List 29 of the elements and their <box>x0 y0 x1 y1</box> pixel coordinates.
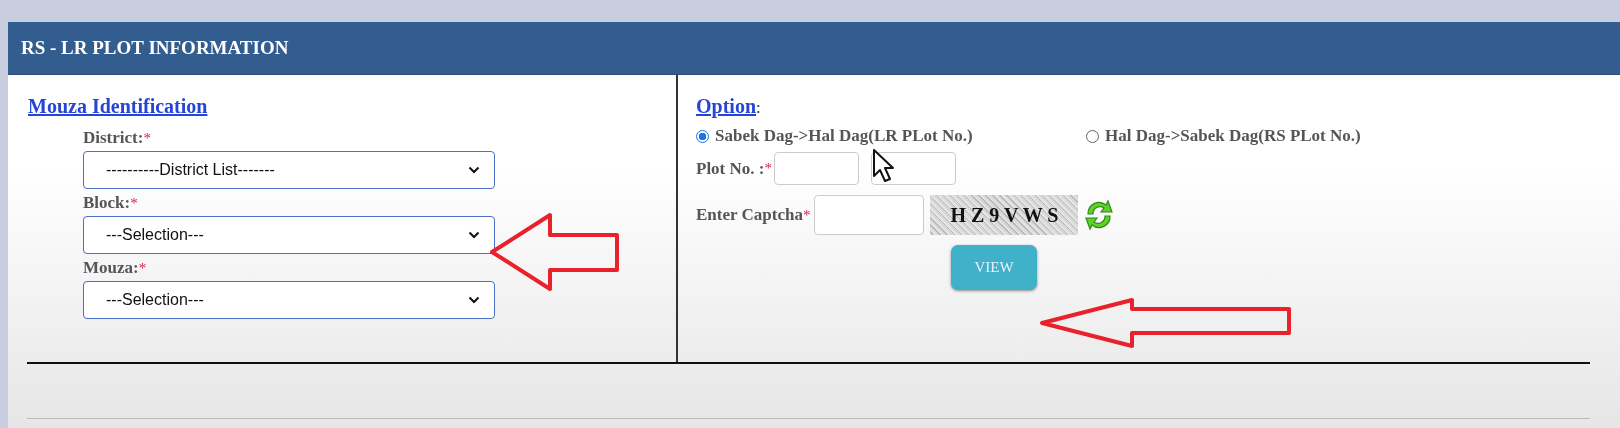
radio-label: Sabek Dag->Hal Dag(LR PLot No.) <box>715 126 973 146</box>
required-mark: * <box>802 206 811 223</box>
field-label: District: <box>83 128 144 147</box>
radio-button[interactable] <box>696 129 709 143</box>
section-link[interactable]: Mouza Identification <box>28 95 676 118</box>
input-field[interactable] <box>814 195 925 235</box>
chevron-down-icon <box>468 296 480 304</box>
field-label: Block: <box>83 193 131 212</box>
field-label: Enter Captcha <box>696 205 803 225</box>
panel-title: RS - LR PLOT INFORMATION <box>21 37 289 59</box>
dropdown[interactable]: ---Selection--- <box>83 281 495 319</box>
radio-label: Hal Dag->Sabek Dag(RS PLot No.) <box>1105 126 1361 146</box>
dropdown[interactable]: ---Selection--- <box>83 216 495 254</box>
required-mark: * <box>764 160 772 177</box>
field-label: Mouza: <box>83 258 139 277</box>
chevron-down-icon <box>468 231 480 239</box>
input-field[interactable] <box>773 152 859 185</box>
required-mark: * <box>143 130 151 146</box>
field-label: Plot No. : <box>696 158 765 179</box>
dropdown[interactable]: ----------District List------- <box>83 151 495 189</box>
colon-text: : <box>756 98 761 117</box>
captcha-image: H Z 9 V W S <box>930 195 1079 235</box>
section-link[interactable]: Option <box>696 95 757 118</box>
cursor-icon <box>872 148 896 184</box>
required-mark: * <box>138 260 147 276</box>
refresh-icon[interactable] <box>1084 198 1115 232</box>
required-mark: * <box>130 195 138 211</box>
chevron-down-icon <box>468 166 480 174</box>
radio-button[interactable] <box>1086 129 1099 143</box>
